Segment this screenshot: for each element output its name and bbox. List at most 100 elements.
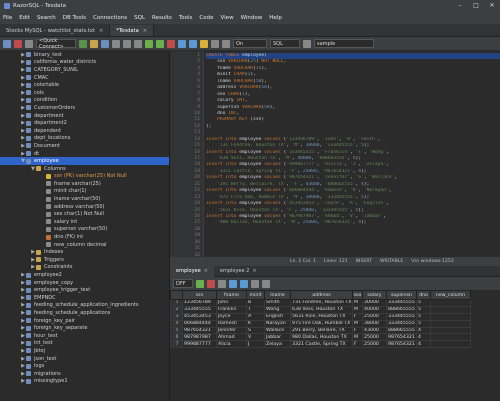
sql-type-select[interactable]: SQL (270, 39, 300, 48)
tree-item[interactable]: ▶ EMPNDC (0, 294, 169, 302)
table-cell[interactable]: Ramesh (216, 319, 247, 328)
tab-tesdata[interactable]: *Tesdata × (110, 25, 155, 36)
table-cell[interactable]: Alicia (216, 340, 247, 349)
table-cell[interactable]: 40000 (362, 305, 387, 314)
table-cell[interactable]: 25000 (362, 340, 387, 349)
tree-item[interactable]: ▶ foreign_key_pair (0, 317, 169, 325)
table-cell[interactable]: T (246, 305, 265, 314)
menu-code[interactable]: Code (199, 15, 213, 21)
tree-item[interactable]: ▶ CustomerOrders (0, 104, 169, 112)
tree-item[interactable]: lname varchar(50) (0, 195, 169, 203)
table-row[interactable]: 1 123456789 John B Smith 731 Fondren, Houston… (170, 299, 471, 307)
auto-commit-select[interactable]: On (233, 39, 267, 48)
copy-icon[interactable] (123, 39, 131, 48)
refresh-icon[interactable] (218, 279, 226, 288)
sql-editor[interactable]: 1 2 3 4 5 6 7 8 9 10 11 12 13 14 15 16 17 18 19 20 21 22 23 24 2… (170, 51, 500, 257)
tree-item[interactable]: ▶ CMAC (0, 74, 169, 82)
code-area[interactable]: CREATE TABLE employee( ssn VARCHAR(25) N… (206, 53, 500, 257)
table-cell[interactable] (430, 326, 471, 335)
properties-icon[interactable] (25, 39, 33, 48)
tree-item[interactable]: ▶ feeding_schedule_application_ingredient… (0, 302, 169, 310)
table-cell[interactable] (430, 299, 471, 307)
tree-item[interactable]: ▶ colortable (0, 81, 169, 89)
table-cell[interactable]: Jennifer (216, 326, 247, 335)
column-header-minit[interactable]: minit (246, 290, 265, 300)
tree-item[interactable]: new_column decimal (0, 241, 169, 249)
table-cell[interactable]: M (352, 333, 363, 342)
table-cell[interactable]: 38000 (362, 319, 387, 328)
minimize-icon[interactable]: – (452, 0, 468, 12)
table-row[interactable]: 6 987987987 Ahmad V Jabbar 980 Dallas, Housto… (170, 333, 471, 342)
table-cell[interactable]: 333445555 (386, 312, 417, 321)
table-cell[interactable]: Wallace (264, 326, 291, 335)
menu-sql[interactable]: SQL (134, 15, 145, 21)
table-cell[interactable]: 888665555 (386, 305, 417, 314)
result-tab-employee[interactable]: employee × (170, 265, 214, 277)
table-cell[interactable]: Jabbar (264, 333, 291, 342)
table-row[interactable]: 7 999887777 Alicia J Zelaya 3321 Castle, Spri… (170, 340, 471, 349)
tree-item[interactable]: ▶ employee_trigger_test (0, 286, 169, 294)
table-cell[interactable]: 638 Voss, Houston TX (290, 305, 353, 314)
table-cell[interactable]: 4 (416, 340, 431, 349)
table-cell[interactable]: 43000 (362, 326, 387, 335)
table-row[interactable]: 4 666884444 Ramesh K Narayan 975 Fire Oak, Hu… (170, 319, 471, 328)
tree-item[interactable]: ▶ dept_locations (0, 135, 169, 143)
tree-item[interactable]: ▶ cols (0, 89, 169, 97)
tree-item[interactable]: ssn (PK) varchar(25) Not Null (0, 173, 169, 181)
close-tab-icon[interactable]: × (252, 268, 256, 274)
close-icon[interactable]: ✕ (484, 0, 500, 12)
table-cell[interactable]: 987654321 (182, 326, 217, 335)
tree-item[interactable]: ▶ logs (0, 362, 169, 370)
table-cell[interactable]: 987987987 (182, 333, 217, 342)
tree-item[interactable]: minit char(1) (0, 188, 169, 196)
table-cell[interactable]: 999887777 (182, 340, 217, 349)
table-cell[interactable]: 333445555 (386, 319, 417, 328)
table-row[interactable]: 3 453453453 Joyce A English 5631 Rice, Housto… (170, 312, 471, 321)
column-header-salary[interactable]: salary (362, 290, 387, 300)
table-cell[interactable]: John (216, 299, 247, 307)
table-cell[interactable]: 30000 (362, 299, 387, 307)
menu-search[interactable]: Search (37, 15, 56, 21)
copy-icon[interactable] (251, 279, 259, 288)
table-cell[interactable]: 453453453 (182, 312, 217, 321)
paste-icon[interactable] (134, 39, 142, 48)
table-cell[interactable]: B (246, 299, 265, 307)
table-cell[interactable] (430, 333, 471, 342)
tree-item[interactable]: dno (FK) int (0, 233, 169, 241)
run-icon[interactable] (145, 39, 153, 48)
tab-stocks-mysql[interactable]: Stocks MySQL - watchlist_stats.txt × (0, 25, 111, 36)
menu-file[interactable]: File (3, 15, 12, 21)
tree-item[interactable]: ▶ foreign_key_separate (0, 324, 169, 332)
tree-item[interactable]: ▶ dependent (0, 127, 169, 135)
menu-window[interactable]: Window (241, 15, 263, 21)
table-cell[interactable]: Franklin (216, 305, 247, 314)
table-cell[interactable]: M (352, 299, 363, 307)
menu-db-tools[interactable]: DB Tools (63, 15, 86, 21)
result-tab-employee-2[interactable]: employee 2 × (214, 266, 263, 277)
table-cell[interactable]: F (352, 340, 363, 349)
add-row-icon[interactable] (196, 279, 204, 288)
table-cell[interactable]: 987654321 (386, 333, 417, 342)
explain-icon[interactable] (189, 39, 197, 48)
table-cell[interactable]: 731 Fondren, Houston TX (290, 299, 353, 307)
table-cell[interactable]: 333445555 (182, 305, 217, 314)
tree-item[interactable]: fname varchar(25) (0, 180, 169, 188)
table-cell[interactable]: 291 Berry, Bellaire, TX (290, 326, 353, 335)
run-all-icon[interactable] (156, 39, 164, 48)
table-cell[interactable]: J (246, 340, 265, 349)
tree-item[interactable]: ▶ missingtype1 (0, 378, 169, 386)
table-cell[interactable]: 25000 (362, 312, 387, 321)
format-icon[interactable] (178, 39, 186, 48)
column-header-new_column[interactable]: new_column (430, 290, 471, 300)
search-icon[interactable] (211, 39, 219, 48)
tree-item[interactable]: ▶ employee2 (0, 271, 169, 279)
table-cell[interactable]: F (352, 312, 363, 321)
tree-item[interactable]: ▶ california_water_districts (0, 59, 169, 67)
tree-item[interactable]: ▶ department (0, 112, 169, 120)
table-cell[interactable] (430, 319, 471, 328)
table-cell[interactable]: M (352, 305, 363, 314)
tree-item[interactable]: ▶ feeding_schedule_applications (0, 309, 169, 317)
table-cell[interactable]: Narayan (264, 319, 291, 328)
table-cell[interactable]: 666884444 (182, 319, 217, 328)
database-select[interactable]: sample (314, 39, 374, 48)
